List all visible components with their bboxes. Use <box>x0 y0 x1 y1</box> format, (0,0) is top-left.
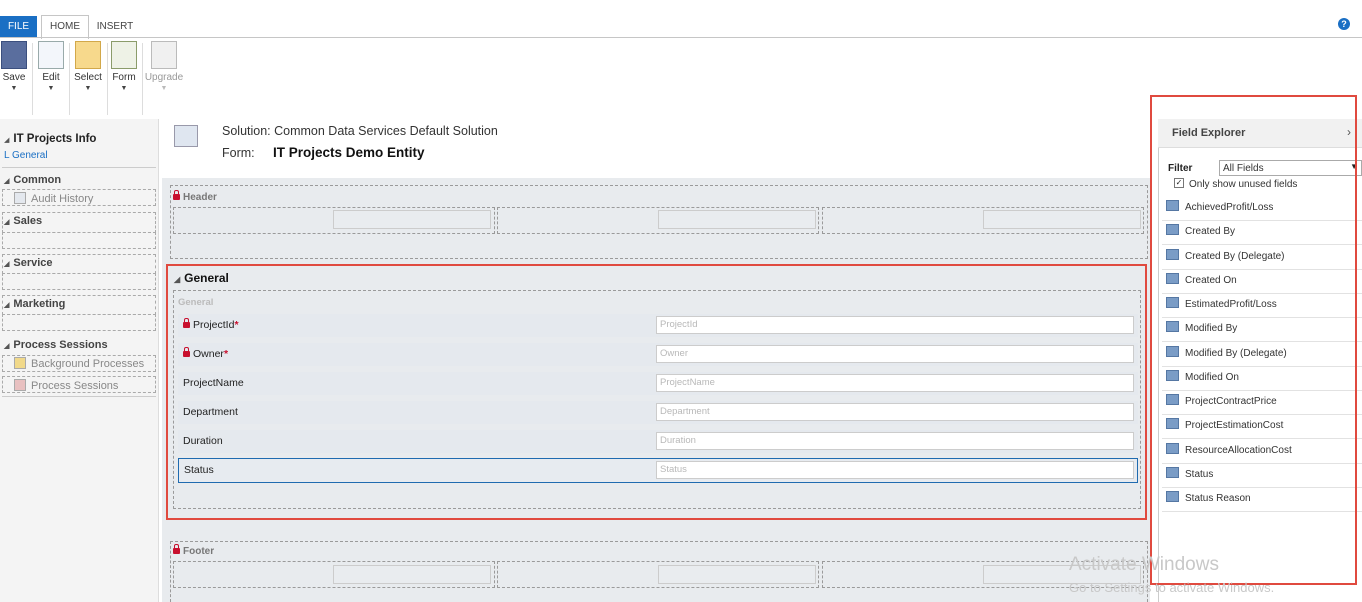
nav-item-audit-history[interactable]: Audit History <box>14 192 93 205</box>
nav-section-service[interactable]: ◢ Service <box>4 257 162 269</box>
ribbon-separator <box>69 43 70 115</box>
solution-title: Solution: Common Data Services Default S… <box>222 124 498 138</box>
save-label: Save <box>2 72 26 83</box>
collapse-triangle-icon: ◢ <box>4 137 10 144</box>
form-name: IT Projects Demo Entity <box>273 145 425 160</box>
activate-windows-subtext: Go to Settings to activate Windows. <box>1069 580 1275 595</box>
nav-entity-title: ◢ IT Projects Info <box>4 133 97 145</box>
chevron-down-icon: ▼ <box>84 85 92 92</box>
save-icon <box>1 41 27 69</box>
lock-icon <box>183 347 190 357</box>
solution-icon <box>174 125 198 147</box>
footer-cell-field <box>333 565 491 584</box>
upgrade-icon <box>151 41 177 69</box>
chevron-down-icon: ▼ <box>120 85 128 92</box>
general-section-title: General <box>178 297 214 308</box>
field-row-department[interactable]: Department Department <box>178 401 1138 424</box>
nav-section-marketing[interactable]: ◢ Marketing <box>4 298 162 310</box>
header-cell-field <box>983 210 1141 229</box>
background-processes-icon <box>14 357 26 369</box>
required-marker: * <box>234 319 239 331</box>
edit-icon <box>38 41 64 69</box>
collapse-triangle-icon: ◢ <box>174 275 181 284</box>
lock-icon <box>173 544 180 554</box>
nav-section-process-sessions[interactable]: ◢ Process Sessions <box>4 339 162 351</box>
select-icon <box>75 41 101 69</box>
nav-section-sales[interactable]: ◢ Sales <box>4 215 162 227</box>
field-input-status[interactable]: Status <box>656 461 1134 479</box>
chevron-down-icon: ▼ <box>10 85 18 92</box>
field-label: Owner <box>193 348 224 360</box>
tab-insert[interactable]: INSERT <box>92 16 138 37</box>
select-label: Select <box>74 72 102 83</box>
nav-empty-box <box>2 273 156 290</box>
footer-cell-field <box>658 565 816 584</box>
nav-empty-box <box>2 232 156 249</box>
field-row-owner[interactable]: Owner* Owner <box>178 343 1138 366</box>
select-button[interactable]: Select ▼ <box>71 41 105 93</box>
process-sessions-icon <box>14 379 26 391</box>
field-label: ProjectId <box>193 319 235 331</box>
help-icon[interactable]: ? <box>1338 18 1350 30</box>
lock-icon <box>183 318 190 328</box>
header-cell-field <box>658 210 816 229</box>
save-button[interactable]: Save ▼ <box>0 41 28 93</box>
field-row-projectid[interactable]: ProjectId* ProjectId <box>178 314 1138 337</box>
nav-item-background-processes[interactable]: Background Processes <box>14 357 144 370</box>
nav-item-process-sessions[interactable]: Process Sessions <box>14 379 118 392</box>
header-title: Header <box>173 190 217 203</box>
header-cell-field <box>333 210 491 229</box>
ribbon-separator <box>142 43 143 115</box>
activate-windows-watermark: Activate Windows <box>1069 554 1219 575</box>
field-explorer-highlight-box <box>1150 95 1357 585</box>
nav-current-general[interactable]: L General <box>4 150 48 161</box>
field-row-duration[interactable]: Duration Duration <box>178 430 1138 453</box>
chevron-down-icon: ▼ <box>47 85 55 92</box>
field-input-department[interactable]: Department <box>656 403 1134 421</box>
field-row-projectname[interactable]: ProjectName ProjectName <box>178 372 1138 395</box>
field-input-duration[interactable]: Duration <box>656 432 1134 450</box>
form-icon <box>111 41 137 69</box>
audit-history-icon <box>14 192 26 204</box>
tab-home[interactable]: HOME <box>41 15 89 39</box>
field-label: Department <box>183 406 238 418</box>
upgrade-label: Upgrade <box>144 72 184 83</box>
required-marker: * <box>223 348 229 360</box>
nav-empty-box <box>2 314 156 331</box>
field-input-owner[interactable]: Owner <box>656 345 1134 363</box>
general-tab-title[interactable]: ◢ General <box>174 271 229 285</box>
tab-file[interactable]: FILE <box>0 16 37 37</box>
form-label: Form <box>112 72 136 83</box>
nav-divider <box>2 167 156 168</box>
field-label: ProjectName <box>183 377 244 389</box>
ribbon-separator <box>32 43 33 115</box>
field-label: Duration <box>183 435 223 447</box>
field-row-status[interactable]: Status Status <box>178 458 1138 483</box>
footer-title: Footer <box>173 544 214 557</box>
field-input-projectid[interactable]: ProjectId <box>656 316 1134 334</box>
chevron-down-icon: ▼ <box>160 85 168 92</box>
form-button[interactable]: Form ▼ <box>108 41 140 93</box>
upgrade-button[interactable]: Upgrade ▼ <box>144 41 184 93</box>
edit-button[interactable]: Edit ▼ <box>35 41 67 93</box>
tab-divider <box>0 37 1362 38</box>
edit-label: Edit <box>42 72 60 83</box>
nav-divider <box>2 396 156 397</box>
field-input-projectname[interactable]: ProjectName <box>656 374 1134 392</box>
nav-section-common[interactable]: ◢ Common <box>4 174 162 186</box>
lock-icon <box>173 190 180 200</box>
field-label: Status <box>184 464 214 476</box>
form-label-text: Form: <box>222 146 255 160</box>
